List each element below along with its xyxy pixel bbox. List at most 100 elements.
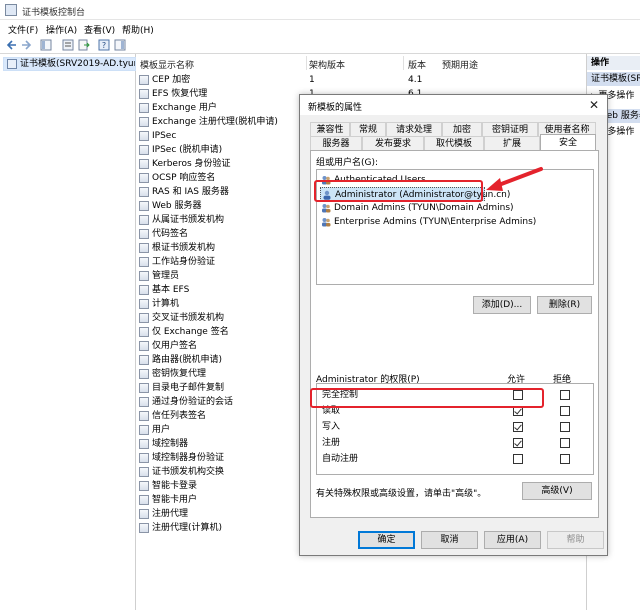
template-row[interactable]: 通过身份验证的会话 [137, 395, 297, 409]
back-arrow-icon[interactable] [6, 39, 18, 51]
export-list-icon[interactable] [78, 39, 90, 51]
template-row[interactable]: RAS 和 IAS 服务器 [137, 185, 297, 199]
forward-arrow-icon[interactable] [20, 39, 32, 51]
template-name: 计算机 [152, 299, 180, 309]
template-row[interactable]: 基本 EFS [137, 283, 297, 297]
remove-button[interactable]: 删除(R) [537, 296, 592, 314]
template-row[interactable]: 工作站身份验证 [137, 255, 297, 269]
template-row[interactable]: EFS 恢复代理 [137, 87, 297, 101]
cancel-button[interactable]: 取消 [421, 531, 478, 549]
tab-request-handling[interactable]: 请求处理 [386, 122, 442, 136]
template-name: 从属证书颁发机构 [152, 215, 225, 225]
template-row[interactable]: OCSP 响应签名 [137, 171, 297, 185]
window-titlebar: 证书模板控制台 [0, 0, 640, 20]
tree-item-label: 证书模板(SRV2019-AD.tyun.cn [20, 59, 135, 69]
deny-checkbox[interactable] [560, 438, 570, 448]
template-row[interactable]: 注册代理(计算机) [137, 521, 297, 535]
add-button[interactable]: 添加(D)... [473, 296, 531, 314]
template-name: 证书颁发机构交换 [152, 467, 225, 477]
template-row[interactable]: IPSec (脱机申请) [137, 143, 297, 157]
template-row[interactable]: IPSec [137, 129, 297, 143]
template-row[interactable]: 域控制器身份验证 [137, 451, 297, 465]
template-row[interactable]: 管理员 [137, 269, 297, 283]
column-separator[interactable] [403, 56, 404, 70]
user-enterprise-admins[interactable]: Enterprise Admins (TYUN\Enterprise Admin… [320, 215, 536, 229]
tab-compatibility[interactable]: 兼容性 [310, 122, 350, 136]
column-header-intended-purpose[interactable]: 预期用途 [442, 58, 478, 71]
template-row[interactable]: 路由器(脱机申请) [137, 353, 297, 367]
template-row[interactable]: 根证书颁发机构 [137, 241, 297, 255]
help-button[interactable]: 帮助 [547, 531, 604, 549]
close-icon[interactable]: ✕ [587, 98, 601, 112]
template-name: 智能卡用户 [152, 495, 198, 505]
template-row[interactable]: 智能卡登录 [137, 479, 297, 493]
tab-superseded-templates[interactable]: 取代模板 [424, 136, 484, 150]
template-icon [139, 313, 149, 323]
actions-section-templates[interactable]: 证书模板(SRV [587, 72, 640, 86]
column-separator[interactable] [306, 56, 307, 70]
user-domain-admins[interactable]: Domain Admins (TYUN\Domain Admins) [320, 201, 514, 215]
allow-checkbox[interactable] [513, 454, 523, 464]
template-row[interactable]: 仅用户签名 [137, 339, 297, 353]
help-icon[interactable]: ? [98, 39, 110, 51]
console-tree-icon[interactable] [40, 39, 52, 51]
groups-users-label: 组或用户名(G): [316, 158, 379, 168]
tab-extensions[interactable]: 扩展 [484, 136, 540, 150]
show-hide-action-pane-icon[interactable] [114, 39, 126, 51]
deny-checkbox[interactable] [560, 390, 570, 400]
highlight-box-administrator [314, 180, 483, 202]
deny-checkbox[interactable] [560, 406, 570, 416]
template-row[interactable]: CEP 加密 [137, 73, 297, 87]
tab-key-attestation[interactable]: 密钥证明 [482, 122, 538, 136]
advanced-button[interactable]: 高级(V) [522, 482, 592, 500]
template-icon [139, 131, 149, 141]
menu-file[interactable]: 文件(F) [8, 23, 38, 36]
security-tab-panel: 组或用户名(G): Authenticated Users Administra… [310, 150, 599, 518]
template-row[interactable]: 域控制器 [137, 437, 297, 451]
template-row[interactable]: 信任列表签名 [137, 409, 297, 423]
template-row[interactable]: 仅 Exchange 签名 [137, 325, 297, 339]
column-header-schema[interactable]: 架构版本 [309, 58, 345, 71]
template-row[interactable]: Web 服务器 [137, 199, 297, 213]
template-name: 智能卡登录 [152, 481, 198, 491]
deny-checkbox[interactable] [560, 422, 570, 432]
template-row[interactable]: Exchange 注册代理(脱机申请) [137, 115, 297, 129]
tab-issuance-requirements[interactable]: 发布要求 [362, 136, 424, 150]
column-header-name[interactable]: 模板显示名称 [140, 58, 194, 71]
template-row[interactable]: 证书颁发机构交换 [137, 465, 297, 479]
template-row[interactable]: Kerberos 身份验证 [137, 157, 297, 171]
template-icon [139, 285, 149, 295]
tree-item-certificate-templates[interactable]: 证书模板(SRV2019-AD.tyun.cn [3, 57, 136, 71]
template-row[interactable]: 智能卡用户 [137, 493, 297, 507]
template-name: 信任列表签名 [152, 411, 207, 421]
template-row[interactable]: 密钥恢复代理 [137, 367, 297, 381]
tab-cryptography[interactable]: 加密 [442, 122, 482, 136]
apply-button[interactable]: 应用(A) [484, 531, 541, 549]
allow-checkbox[interactable] [513, 438, 523, 448]
template-row[interactable]: 从属证书颁发机构 [137, 213, 297, 227]
allow-checkbox[interactable] [513, 422, 523, 432]
template-row[interactable]: 用户 [137, 423, 297, 437]
deny-checkbox[interactable] [560, 454, 570, 464]
template-row[interactable]: 注册代理 [137, 507, 297, 521]
template-row[interactable]: 目录电子邮件复制 [137, 381, 297, 395]
ok-button[interactable]: 确定 [358, 531, 415, 549]
tab-general[interactable]: 常规 [350, 122, 386, 136]
properties-icon[interactable] [62, 39, 74, 51]
template-name: 根证书颁发机构 [152, 243, 216, 253]
menu-view[interactable]: 查看(V) [84, 23, 115, 36]
template-row[interactable]: Exchange 用户 [137, 101, 297, 115]
template-row[interactable]: 代码签名 [137, 227, 297, 241]
menu-help[interactable]: 帮助(H) [122, 23, 154, 36]
tab-security[interactable]: 安全 [540, 134, 596, 150]
actions-header: 操作 [587, 56, 640, 70]
tab-server[interactable]: 服务器 [310, 136, 362, 150]
template-schema-version: 1 [309, 75, 315, 85]
menu-action[interactable]: 操作(A) [46, 23, 77, 36]
column-header-version[interactable]: 版本 [408, 58, 426, 71]
template-row[interactable]: 计算机 [137, 297, 297, 311]
template-row[interactable]: 交叉证书颁发机构 [137, 311, 297, 325]
template-icon [139, 523, 149, 533]
menu-bar: 文件(F) 操作(A) 查看(V) 帮助(H) [0, 20, 640, 36]
template-name: 用户 [152, 425, 171, 435]
